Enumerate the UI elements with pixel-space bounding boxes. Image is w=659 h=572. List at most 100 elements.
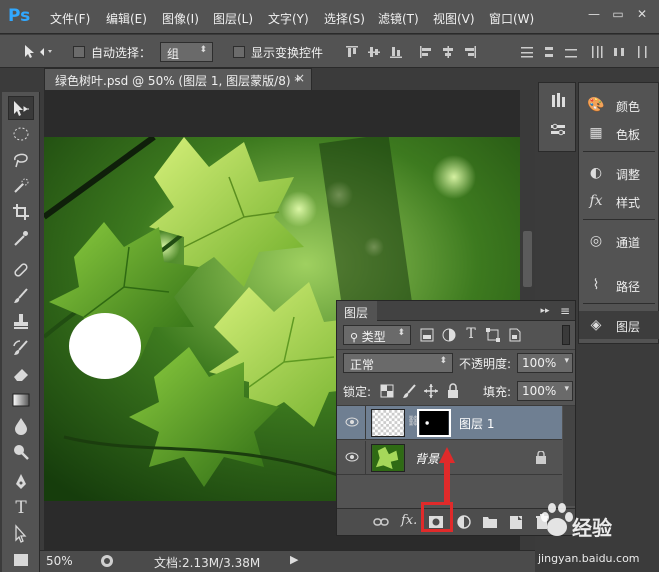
layers-scrollbar[interactable] [563,406,575,506]
brush-tool-icon[interactable] [8,284,34,308]
link-icon[interactable] [373,515,389,529]
align-right-icon[interactable] [463,45,477,59]
menu-window[interactable]: 窗口(W) [489,10,534,27]
distribute-right-icon[interactable] [634,45,648,59]
distribute-top-icon[interactable] [520,45,534,59]
history-brush-tool-icon[interactable] [8,336,34,360]
menu-layer[interactable]: 图层(L) [213,10,253,27]
eyedropper-tool-icon[interactable] [8,226,34,250]
dock-swatches[interactable]: ▦ 色板 [579,119,659,147]
new-layer-icon[interactable] [509,514,523,530]
adjustment-layer-icon[interactable] [456,514,472,530]
align-hcenter-icon[interactable] [441,45,455,59]
eraser-tool-icon[interactable] [8,362,34,386]
layer-row-layer1[interactable]: ⛓ 图层 1 [337,406,562,440]
blur-tool-icon[interactable] [8,414,34,438]
crop-tool-icon[interactable] [8,200,34,224]
auto-select-checkbox[interactable] [73,46,85,58]
dock-separator [583,151,655,152]
lock-transparent-icon[interactable] [379,383,395,399]
properties-panel-icon[interactable] [549,121,567,139]
healing-brush-tool-icon[interactable] [8,258,34,282]
auto-select-target-dropdown[interactable]: 组 ⬍ [160,42,213,62]
distribute-bottom-icon[interactable] [564,45,578,59]
filter-pixel-icon[interactable] [419,327,435,343]
filter-toggle-switch[interactable] [562,325,570,345]
visibility-eye-icon[interactable] [345,416,359,428]
menu-type[interactable]: 文字(Y) [268,10,309,27]
layers-tab[interactable]: 图层 [337,301,377,321]
opacity-input[interactable]: 100% ▾ [517,353,573,373]
visibility-eye-icon[interactable] [345,451,359,463]
show-transform-checkbox[interactable] [233,46,245,58]
minimize-button[interactable]: — [584,7,604,23]
dodge-tool-icon[interactable] [8,440,34,464]
filter-adjustment-icon[interactable] [441,327,457,343]
distribute-left-icon[interactable] [590,45,604,59]
close-window-button[interactable]: ✕ [632,7,652,23]
align-top-icon[interactable] [345,45,359,59]
paths-icon: ⌇ [592,277,600,293]
group-icon[interactable] [482,515,498,529]
align-vcenter-icon[interactable] [367,45,381,59]
menu-select[interactable]: 选择(S) [324,10,365,27]
rectangle-tool-icon[interactable] [8,548,34,572]
dock-color[interactable]: 🎨 颜色 [579,91,659,119]
lock-position-icon[interactable] [423,383,439,399]
history-panel-icon[interactable] [549,91,567,109]
lock-all-icon[interactable] [445,383,461,399]
lock-image-brush-icon[interactable] [401,383,417,399]
dock-paths[interactable]: ⌇ 路径 [579,271,659,299]
panel-dock: 🎨 颜色 ▦ 色板 ◐ 调整 fx 样式 ◎ 通道 ⌇ 路径 ◈ 图层 [578,82,659,344]
auto-select-label: 自动选择： [91,46,152,60]
dock-styles-label: 样式 [616,196,641,210]
fill-input[interactable]: 100% ▾ [517,381,573,401]
filter-type-icon[interactable]: T [463,326,479,342]
divider [365,406,366,440]
menu-filter[interactable]: 滤镜(T) [378,10,419,27]
marquee-tool-icon[interactable] [8,122,34,146]
panel-menu-icon[interactable]: ≡ [557,303,573,319]
distribute-hcenter-icon[interactable] [612,45,626,59]
move-tool-icon[interactable] [8,96,34,120]
document-tab[interactable]: 绿色树叶.psd @ 50% (图层 1, 图层蒙版/8) * × [44,68,312,90]
align-bottom-icon[interactable] [389,45,403,59]
gradient-tool-icon[interactable] [8,388,34,412]
layer-filter-dropdown[interactable]: ⚲ 类型 ⬍ [343,325,411,345]
menu-view[interactable]: 视图(V) [433,10,475,27]
document-info-icon[interactable] [100,554,114,568]
move-tool-preset-icon[interactable] [22,44,52,60]
status-arrow-icon[interactable]: ▶ [290,553,298,566]
clone-stamp-tool-icon[interactable] [8,310,34,334]
blend-mode-dropdown[interactable]: 正常 ⬍ [343,353,453,373]
type-tool-icon[interactable]: T [8,496,34,520]
layer-name[interactable]: 图层 1 [459,415,494,432]
dropdown-arrow-icon: ▾ [564,384,569,394]
filter-smart-object-icon[interactable] [507,327,523,343]
path-selection-tool-icon[interactable] [8,522,34,546]
lasso-tool-icon[interactable] [8,148,34,172]
quick-selection-tool-icon[interactable] [8,174,34,198]
zoom-level[interactable]: 50% [46,554,73,568]
dock-styles[interactable]: fx 样式 [579,187,659,215]
fx-icon[interactable]: fx. [401,513,417,528]
close-document-icon[interactable]: × [295,71,305,85]
maximize-button[interactable]: ▭ [608,7,628,23]
collapse-panel-icon[interactable]: ▸▸ [537,303,553,319]
dock-adjustments[interactable]: ◐ 调整 [579,159,659,187]
filter-shape-icon[interactable] [485,327,501,343]
layer-mask-thumbnail[interactable] [417,409,451,437]
watermark-url: jingyan.baidu.com [538,552,640,565]
background-thumbnail[interactable] [371,444,405,472]
menu-file[interactable]: 文件(F) [50,10,90,27]
dock-channels[interactable]: ◎ 通道 [579,227,659,255]
scrollbar-thumb[interactable] [523,231,532,287]
menu-edit[interactable]: 编辑(E) [106,10,147,27]
dock-layers[interactable]: ◈ 图层 [579,311,659,339]
pen-tool-icon[interactable] [8,470,34,494]
align-left-icon[interactable] [419,45,433,59]
menu-image[interactable]: 图像(I) [162,10,199,27]
distribute-vcenter-icon[interactable] [542,45,556,59]
layer-thumbnail[interactable] [371,409,405,437]
show-transform-label: 显示变换控件 [251,46,324,60]
